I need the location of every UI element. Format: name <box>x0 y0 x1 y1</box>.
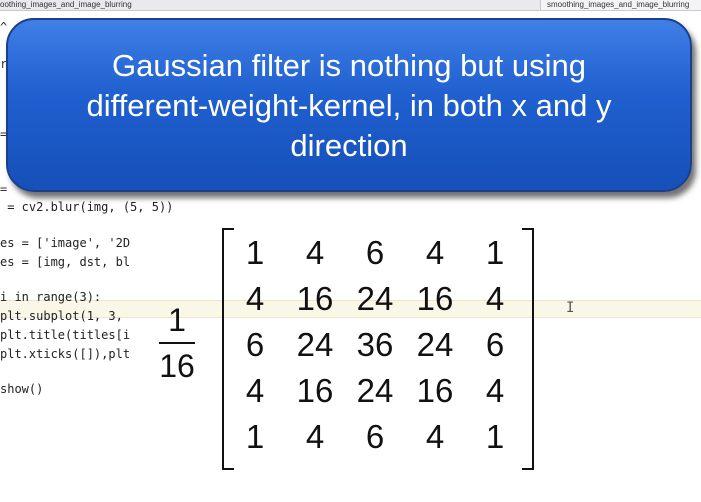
kernel-cell: 4 <box>245 372 265 409</box>
kernel-cell: 4 <box>425 234 445 271</box>
matrix-right-bracket <box>522 228 534 470</box>
kernel-cell: 4 <box>245 280 265 317</box>
tab-left[interactable]: oothing_images_and_image_blurring <box>0 0 160 10</box>
kernel-cell: 36 <box>356 326 394 363</box>
kernel-cell: 1 <box>245 234 265 271</box>
code-line: plt.title(titles[i <box>0 328 131 342</box>
kernel-cell: 6 <box>245 326 265 363</box>
kernel-cell: 24 <box>356 280 394 317</box>
gaussian-kernel: 1 16 1 4 6 4 1 4 16 24 16 4 6 24 36 24 6 4 16 24 16 4 1 4 6 4 1 <box>150 222 540 472</box>
kernel-cell: 24 <box>356 372 394 409</box>
kernel-cell: 4 <box>425 418 445 455</box>
kernel-cell: 1 <box>245 418 265 455</box>
kernel-cell: 16 <box>296 372 334 409</box>
code-line: es = [img, dst, bl <box>0 255 131 269</box>
fraction-bar <box>159 342 195 344</box>
editor-tab-bar: oothing_images_and_image_blurring smooth… <box>0 0 701 11</box>
kernel-cell: 6 <box>365 418 385 455</box>
kernel-cell: 24 <box>416 326 454 363</box>
code-line: = cv2.blur(img, (5, 5)) <box>0 200 174 214</box>
code-fragment: ^ <box>0 20 8 34</box>
kernel-cell: 4 <box>305 234 325 271</box>
fraction-denominator: 16 <box>159 348 195 384</box>
tab-right[interactable]: smoothing_images_and_image_blurring <box>540 0 701 10</box>
kernel-cell: 6 <box>485 326 505 363</box>
kernel-cell: 16 <box>296 280 334 317</box>
code-line: plt.subplot(1, 3, <box>0 309 123 323</box>
code-fragment: = <box>0 182 8 196</box>
kernel-cell: 4 <box>485 280 505 317</box>
kernel-scale-fraction: 1 16 <box>155 300 199 386</box>
code-line: i in range(3): <box>0 290 102 304</box>
kernel-cell: 16 <box>416 280 454 317</box>
kernel-cell: 1 <box>485 418 505 455</box>
callout-banner: Gaussian filter is nothing but using dif… <box>6 18 692 192</box>
kernel-cell: 6 <box>365 234 385 271</box>
kernel-matrix: 1 4 6 4 1 4 16 24 16 4 6 24 36 24 6 4 16 24 16 4 1 4 6 4 1 <box>230 230 522 466</box>
fraction-numerator: 1 <box>168 302 186 338</box>
callout-text: Gaussian filter is nothing but using dif… <box>86 48 612 163</box>
kernel-cell: 24 <box>296 326 334 363</box>
kernel-cell: 16 <box>416 372 454 409</box>
code-line: es = ['image', '2D <box>0 236 131 250</box>
kernel-cell: 1 <box>485 234 505 271</box>
code-line: show() <box>0 382 44 396</box>
kernel-cell: 4 <box>305 418 325 455</box>
kernel-cell: 4 <box>485 372 505 409</box>
text-cursor-icon: I <box>566 300 575 316</box>
code-line: plt.xticks([]),plt <box>0 347 131 361</box>
